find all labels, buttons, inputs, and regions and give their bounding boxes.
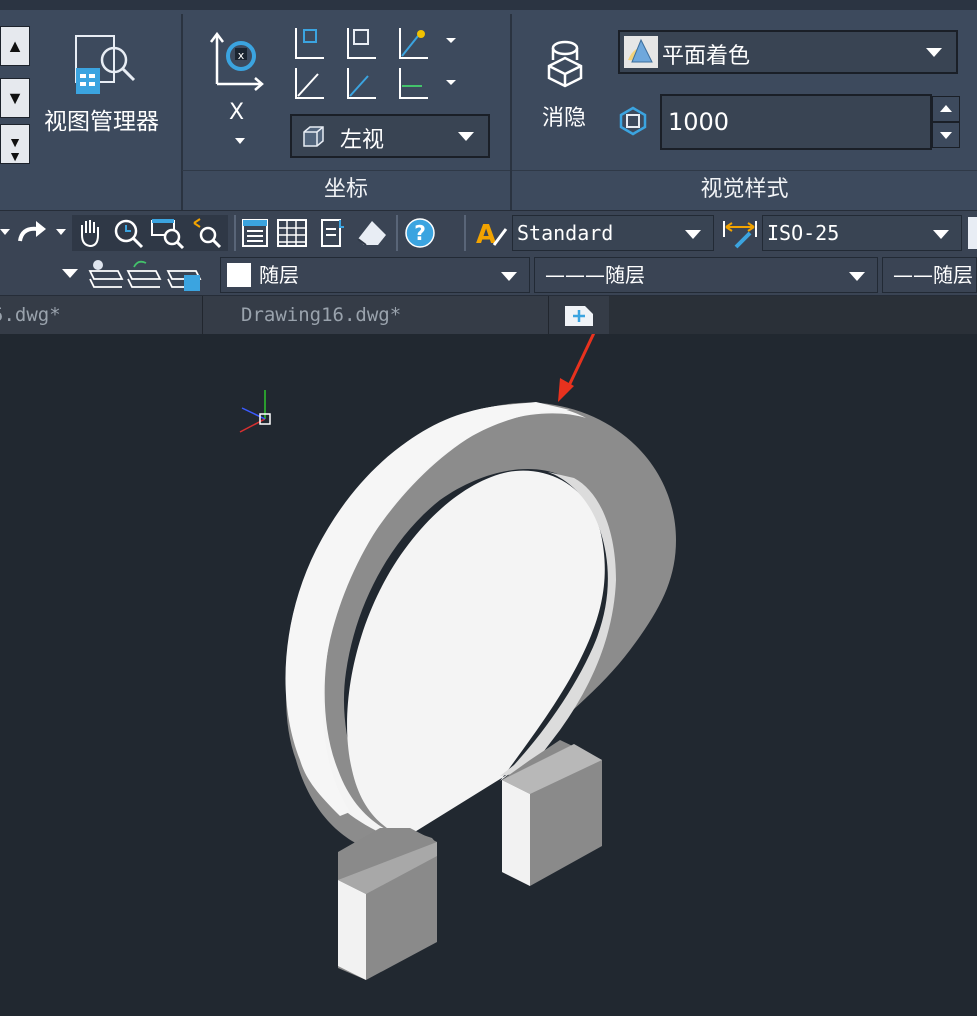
- chevron-down-icon: [685, 230, 701, 239]
- view-manager-button[interactable]: 视图管理器: [40, 22, 170, 142]
- tab-label: Drawing16.dwg*: [241, 304, 402, 326]
- dim-style-value: ISO-25: [767, 221, 840, 245]
- file-tabs: 5.dwg* Drawing16.dwg*: [0, 296, 977, 334]
- svg-text:A: A: [476, 220, 496, 249]
- text-style-value: Standard: [517, 221, 614, 245]
- lineweight-select[interactable]: ——随层: [882, 257, 977, 293]
- document-icon[interactable]: [318, 217, 346, 249]
- facet-down-button[interactable]: [932, 122, 960, 148]
- facet-value: 1000: [668, 108, 730, 136]
- svg-text:?: ?: [414, 221, 426, 245]
- visual-styles-panel-title: 视觉样式: [700, 177, 789, 202]
- color-swatch: [227, 263, 251, 287]
- expand-icon: ▼ ▼: [8, 134, 22, 164]
- hide-icon: [547, 40, 583, 88]
- properties-toolbar: 随层 ———随层 ——随层: [0, 255, 977, 296]
- text-style-icon: A: [476, 220, 508, 249]
- new-tab-button[interactable]: [549, 296, 609, 334]
- scroll-up-button[interactable]: ▲: [0, 26, 30, 66]
- chevron-down-icon: [501, 272, 517, 281]
- redo-icon[interactable]: [16, 219, 50, 247]
- menu-strip: [0, 0, 977, 10]
- coordinates-panel-title: 坐标: [323, 177, 368, 202]
- zoom-window-icon[interactable]: [150, 217, 186, 249]
- visual-style-select[interactable]: 平面着色: [618, 30, 958, 74]
- zoom-previous-icon[interactable]: [190, 217, 224, 249]
- view-select-value: 左视: [340, 128, 385, 153]
- zoom-realtime-icon[interactable]: [112, 217, 146, 249]
- box-view-icon: [303, 126, 324, 147]
- view-manager-icon: [75, 35, 136, 94]
- layer-dropdown-caret[interactable]: [62, 269, 78, 278]
- chevron-down-icon: [933, 230, 949, 239]
- facet-icon: [619, 106, 647, 136]
- cone-style-icon: [624, 36, 658, 68]
- chevron-down-icon: [849, 272, 865, 281]
- chevron-down-icon: [235, 138, 245, 144]
- chevron-down-icon[interactable]: [56, 229, 66, 235]
- tab-drawing16[interactable]: Drawing16.dwg*: [203, 296, 549, 334]
- layer-states-icon[interactable]: [88, 257, 208, 293]
- drawing-canvas[interactable]: [0, 334, 977, 1016]
- new-tab-icon: [565, 306, 593, 326]
- standard-toolbar: ? A Standard ISO-25: [0, 210, 977, 256]
- view-select[interactable]: 左视: [290, 114, 490, 158]
- chevron-down-icon: [458, 132, 474, 141]
- hide-label: 消隐: [542, 106, 587, 131]
- help-icon[interactable]: ?: [404, 217, 436, 249]
- rotate-x-button[interactable]: x X: [205, 28, 265, 158]
- ucs-icon[interactable]: [290, 24, 460, 104]
- scroll-down-button[interactable]: ▼: [0, 78, 30, 118]
- chevron-down-icon: [926, 48, 942, 57]
- expand-button[interactable]: ▼ ▼: [0, 124, 30, 164]
- down-arrow-icon: ▼: [6, 88, 24, 108]
- rotate-axis-label: X: [229, 100, 245, 125]
- eraser-icon[interactable]: [354, 217, 390, 249]
- chevron-down-icon[interactable]: [0, 229, 10, 235]
- facet-input[interactable]: 1000: [660, 94, 932, 150]
- facet-up-button[interactable]: [932, 96, 960, 122]
- view-manager-label: 视图管理器: [44, 109, 159, 135]
- text-style-select[interactable]: Standard: [512, 215, 714, 251]
- ribbon: ▲ ▼ ▼ ▼ 视图管理器 x X 左视 坐标 消隐 平面着色 1000 视觉样…: [0, 0, 977, 210]
- tab-drawing-previous[interactable]: 5.dwg*: [0, 296, 203, 334]
- annotation-arrow-icon: [558, 334, 596, 402]
- up-arrow-icon: [940, 105, 952, 112]
- down-arrow-icon: [940, 132, 952, 139]
- hide-button[interactable]: 消隐: [530, 36, 600, 136]
- pan-hand-icon[interactable]: [76, 217, 104, 249]
- table-icon[interactable]: [276, 217, 308, 249]
- dim-style-select[interactable]: ISO-25: [762, 215, 962, 251]
- svg-text:x: x: [238, 49, 245, 62]
- linetype-select[interactable]: ———随层: [534, 257, 878, 293]
- lineweight-value: ——随层: [893, 263, 973, 287]
- tab-label: 5.dwg*: [0, 304, 61, 326]
- rotate-x-icon: x: [210, 31, 264, 91]
- color-value: 随层: [259, 263, 299, 287]
- visual-style-value: 平面着色: [662, 44, 751, 69]
- up-arrow-icon: ▲: [6, 36, 24, 56]
- dim-style-icon: [723, 221, 757, 249]
- color-select[interactable]: 随层: [220, 257, 530, 293]
- linetype-value: ———随层: [545, 263, 645, 287]
- properties-icon[interactable]: [240, 217, 270, 249]
